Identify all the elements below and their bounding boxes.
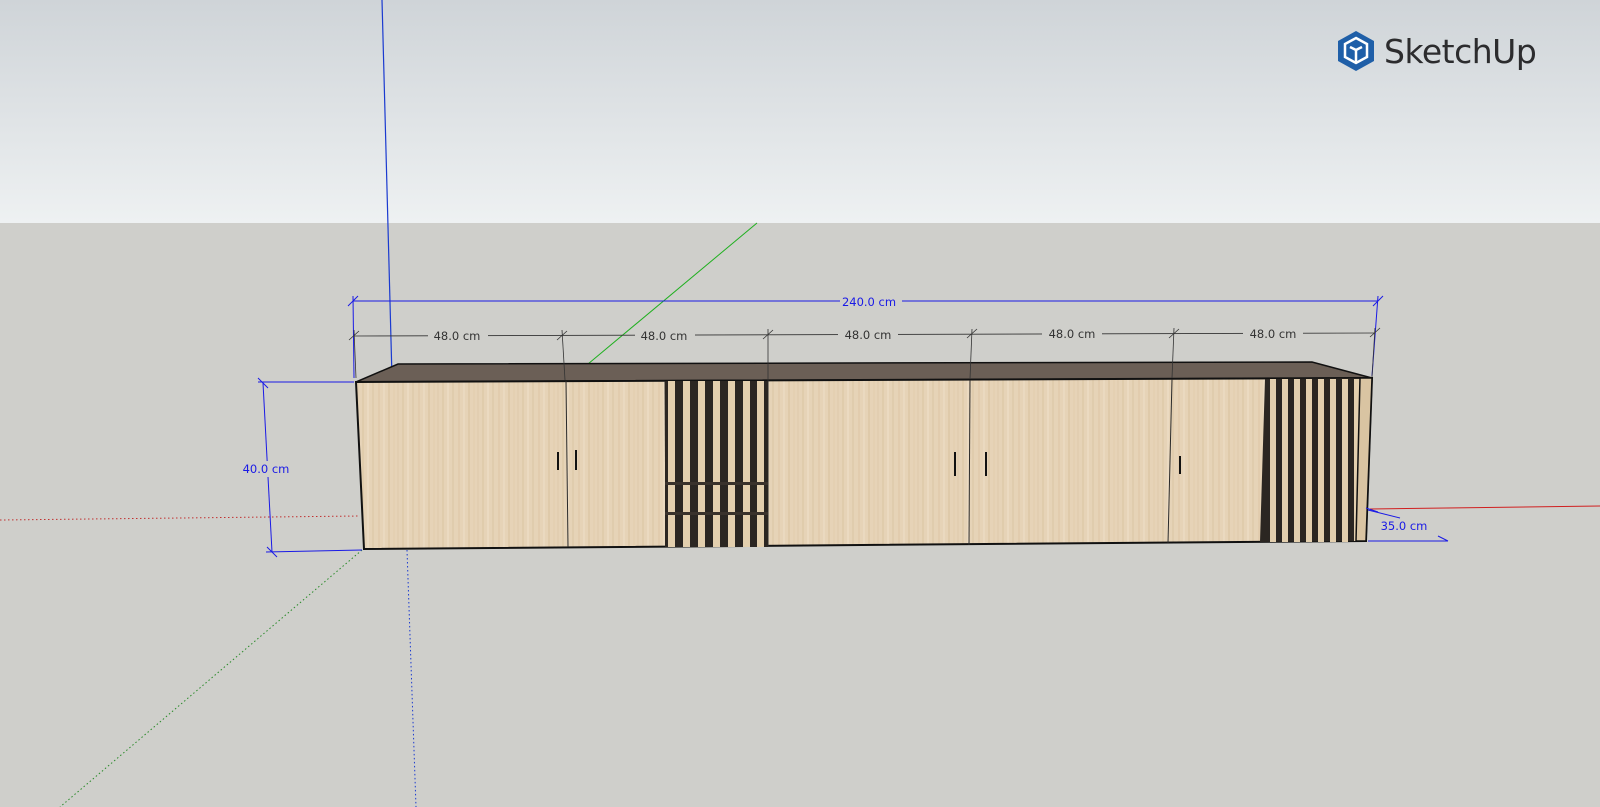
cabinet-front[interactable] <box>354 376 1374 551</box>
sketchup-logo-text: SketchUp <box>1384 31 1537 71</box>
sketchup-logo: SketchUp <box>1336 28 1537 74</box>
segment-label-1: 48.0 cm <box>434 329 481 343</box>
scene-canvas[interactable]: 240.0 cm 48.0 cm 48.0 cm 48.0 cm 48.0 cm <box>0 0 1600 807</box>
segment-label-3: 48.0 cm <box>845 328 892 342</box>
slat-panel-left[interactable] <box>665 381 768 547</box>
sketchup-logo-icon <box>1338 31 1374 71</box>
overall-width-label: 240.0 cm <box>842 295 896 309</box>
segment-label-4: 48.0 cm <box>1049 327 1096 341</box>
depth-label: 35.0 cm <box>1381 519 1428 533</box>
segment-label-2: 48.0 cm <box>641 329 688 343</box>
segment-label-5: 48.0 cm <box>1250 327 1297 341</box>
modeling-viewport[interactable]: 240.0 cm 48.0 cm 48.0 cm 48.0 cm 48.0 cm <box>0 0 1600 807</box>
height-label: 40.0 cm <box>243 462 290 476</box>
slat-panel-right[interactable] <box>1260 378 1372 542</box>
